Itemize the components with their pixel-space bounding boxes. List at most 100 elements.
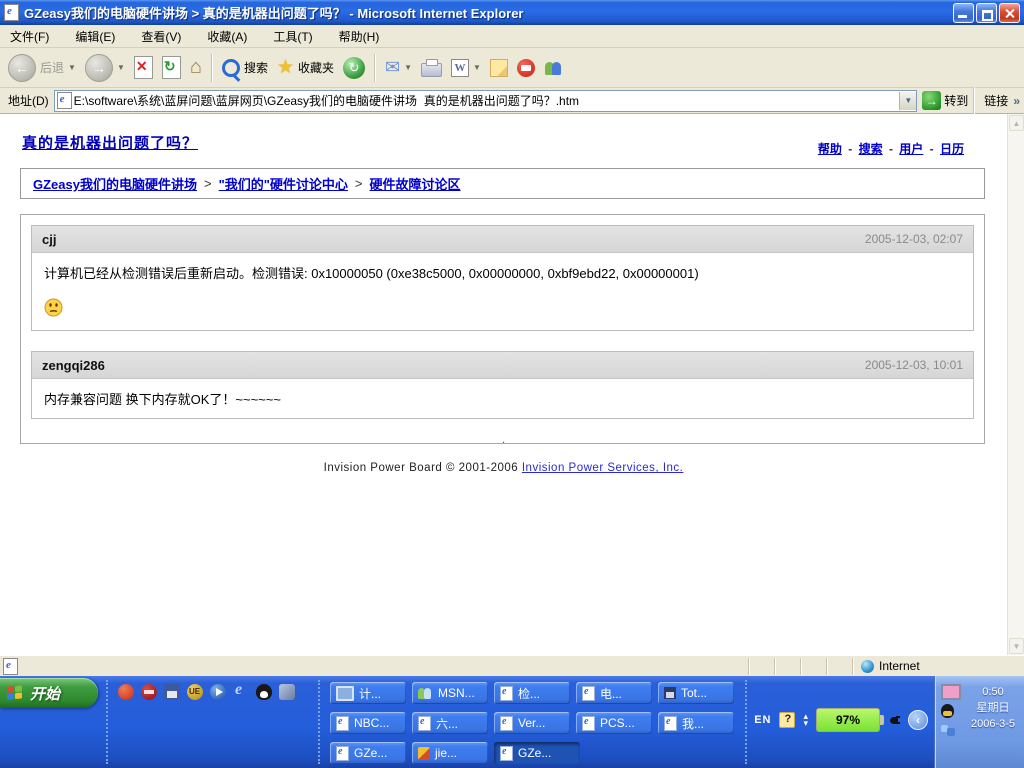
taskbar-button-ie[interactable]: NBC...	[330, 712, 406, 734]
thread-title-link[interactable]: 真的是机器出问题了吗？	[22, 132, 198, 153]
clock-date: 2006-3-5	[971, 716, 1015, 732]
forward-dropdown-icon[interactable]: ▼	[117, 63, 125, 72]
minimize-button[interactable]	[953, 3, 974, 23]
back-dropdown-icon[interactable]: ▼	[68, 63, 76, 72]
edit-dropdown-icon[interactable]: ▼	[473, 63, 481, 72]
vertical-scrollbar[interactable]: ▲ ▼	[1007, 114, 1024, 655]
post-header: zengqi286 2005-12-03, 10:01	[32, 352, 973, 379]
search-link[interactable]: 搜索	[859, 142, 883, 156]
calendar-link[interactable]: 日历	[940, 142, 964, 156]
browser-viewport: 真的是机器出问题了吗？ 帮助 - 搜索 - 用户 - 日历 GZeasy我们的电…	[0, 114, 1024, 655]
ie-page-icon	[336, 716, 349, 731]
internet-zone-icon	[861, 660, 874, 673]
realplayer-icon[interactable]	[141, 684, 157, 700]
forward-button[interactable]: → ▼	[85, 54, 125, 82]
ie-icon[interactable]	[233, 684, 249, 700]
window-titlebar: GZeasy我们的电脑硬件讲场 > 真的是机器出问题了吗？ - Microsof…	[0, 0, 1024, 25]
scroll-up-icon[interactable]: ▲	[1009, 115, 1024, 131]
messenger-button[interactable]	[544, 60, 562, 76]
status-page-icon	[3, 658, 18, 675]
floppy-disk-icon[interactable]	[164, 684, 180, 700]
menu-edit[interactable]: 编辑(E)	[75, 28, 115, 45]
qq-tray-icon[interactable]	[941, 704, 954, 718]
home-button[interactable]: ⌂	[190, 56, 202, 79]
media-player-icon[interactable]	[210, 684, 226, 700]
taskbar-button-computer[interactable]: 计...	[330, 682, 406, 704]
go-button[interactable]: → 转到	[922, 91, 968, 110]
restore-button[interactable]	[976, 3, 997, 23]
breadcrumb-forum-root[interactable]: GZeasy我们的电脑硬件讲场	[33, 174, 197, 193]
history-button[interactable]: ↻	[343, 57, 365, 79]
qq-icon[interactable]	[256, 684, 272, 700]
post-timestamp: 2005-12-03, 02:07	[865, 232, 963, 246]
foxmail-icon[interactable]	[118, 684, 134, 700]
window-title: GZeasy我们的电脑硬件讲场 > 真的是机器出问题了吗？ - Microsof…	[24, 3, 523, 22]
network-app-tray-icon[interactable]	[941, 722, 955, 736]
ie-page-icon	[582, 686, 595, 701]
taskbar-button-ie[interactable]: GZe...	[330, 742, 406, 764]
tray-collapse-icon[interactable]: ‹	[908, 710, 928, 730]
start-button[interactable]: 开始	[0, 678, 98, 708]
menu-favorites[interactable]: 收藏(A)	[207, 28, 247, 45]
close-button[interactable]	[999, 3, 1020, 23]
red-app-button[interactable]	[517, 59, 535, 77]
ime-help-icon[interactable]	[779, 712, 795, 728]
mail-dropdown-icon[interactable]: ▼	[404, 63, 412, 72]
taskbar-button-ie[interactable]: 六...	[412, 712, 488, 734]
note-icon	[490, 59, 508, 77]
clock: 0:50 星期日 2006-3-5	[966, 682, 1020, 764]
ime-options-icon[interactable]: ▴▾	[803, 713, 808, 727]
back-button[interactable]: ← 后退 ▼	[8, 54, 76, 82]
taskbar-button-ie[interactable]: 我...	[658, 712, 734, 734]
members-link[interactable]: 用户	[899, 142, 923, 156]
taskbar-button-msn[interactable]: MSN...	[412, 682, 488, 704]
refresh-button[interactable]: ↻	[162, 56, 181, 79]
breadcrumb: GZeasy我们的电脑硬件讲场 > "我们的"硬件讨论中心 > 硬件故障讨论区	[20, 168, 985, 199]
menu-file[interactable]: 文件(F)	[10, 28, 49, 45]
post-author: cjj	[42, 232, 56, 247]
invision-link[interactable]: Invision Power Services, Inc.	[522, 462, 684, 474]
media-app-icon[interactable]	[279, 684, 295, 700]
menu-view[interactable]: 查看(V)	[141, 28, 181, 45]
quick-launch-bar	[118, 684, 295, 700]
address-dropdown-icon[interactable]: ▼	[899, 92, 916, 110]
breadcrumb-category[interactable]: "我们的"硬件讨论中心	[219, 174, 348, 193]
status-message-pane	[3, 658, 748, 675]
post-timestamp: 2005-12-03, 10:01	[865, 358, 963, 372]
toolbar-separator	[973, 87, 975, 115]
ultraedit-icon[interactable]	[187, 684, 203, 700]
stop-button[interactable]: ✕	[134, 56, 153, 79]
forward-icon: →	[85, 54, 113, 82]
disk-icon	[664, 687, 676, 699]
taskbar-button-ie[interactable]: Ver...	[494, 712, 570, 734]
links-toolbar[interactable]: 链接	[984, 92, 1008, 109]
menu-help[interactable]: 帮助(H)	[339, 28, 380, 45]
search-button[interactable]: 搜索	[222, 59, 268, 77]
edit-with-word-button[interactable]: W ▼	[451, 59, 481, 77]
forum-nav-links: 帮助 - 搜索 - 用户 - 日历	[815, 140, 967, 157]
print-button[interactable]	[421, 59, 442, 77]
battery-indicator[interactable]: 97%	[816, 708, 880, 732]
taskbar-button-total-commander[interactable]: Tot...	[658, 682, 734, 704]
scroll-down-icon[interactable]: ▼	[1009, 638, 1024, 654]
breadcrumb-board[interactable]: 硬件故障讨论区	[370, 174, 461, 193]
favorites-button[interactable]: ★ 收藏夹	[277, 56, 334, 79]
notes-button[interactable]	[490, 59, 508, 77]
status-bar: Internet	[0, 655, 1024, 676]
zone-label: Internet	[879, 659, 920, 673]
links-chevron-icon[interactable]: »	[1013, 94, 1020, 108]
display-tray-icon[interactable]	[941, 684, 961, 700]
language-indicator[interactable]: EN	[754, 714, 771, 726]
taskbar-button-jie[interactable]: jie...	[412, 742, 488, 764]
power-plug-icon[interactable]	[888, 714, 900, 726]
help-link[interactable]: 帮助	[818, 142, 842, 156]
clock-time: 0:50	[982, 684, 1003, 700]
taskbar-button-ie-active[interactable]: GZe...	[494, 742, 580, 764]
page-ie-icon	[57, 92, 72, 109]
taskbar-button-ie[interactable]: PCS...	[576, 712, 652, 734]
taskbar-button-ie[interactable]: 检...	[494, 682, 570, 704]
mail-button[interactable]: ✉ ▼	[385, 57, 412, 78]
address-input[interactable]	[72, 92, 900, 110]
menu-tools[interactable]: 工具(T)	[273, 28, 312, 45]
taskbar-button-ie[interactable]: 电...	[576, 682, 652, 704]
